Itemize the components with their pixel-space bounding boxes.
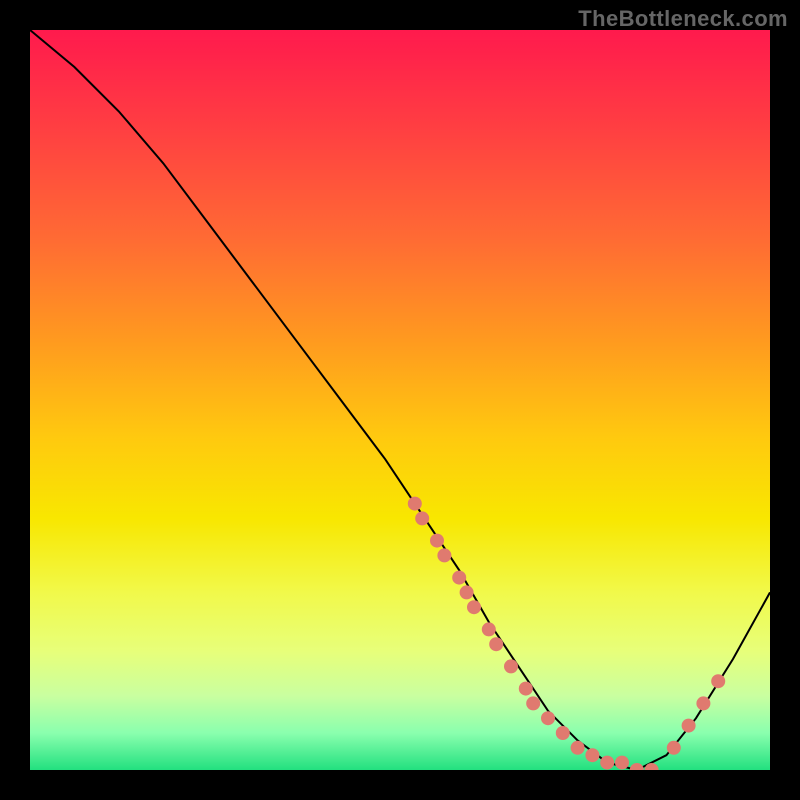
marker-dot [467, 600, 481, 614]
marker-dot [437, 548, 451, 562]
marker-dot [571, 741, 585, 755]
marker-dot [711, 674, 725, 688]
marker-dot [585, 748, 599, 762]
marker-dot [504, 659, 518, 673]
markers-group [408, 497, 725, 770]
marker-dot [630, 763, 644, 770]
marker-dot [556, 726, 570, 740]
bottleneck-curve [30, 30, 770, 770]
marker-dot [430, 534, 444, 548]
marker-dot [482, 622, 496, 636]
marker-dot [541, 711, 555, 725]
watermark-label: TheBottleneck.com [578, 6, 788, 32]
marker-dot [526, 696, 540, 710]
marker-dot [667, 741, 681, 755]
marker-dot [696, 696, 710, 710]
marker-dot [489, 637, 503, 651]
marker-dot [460, 585, 474, 599]
curve-svg [30, 30, 770, 770]
marker-dot [615, 756, 629, 770]
marker-dot [452, 571, 466, 585]
marker-dot [415, 511, 429, 525]
marker-dot [682, 719, 696, 733]
marker-dot [519, 682, 533, 696]
marker-dot [600, 756, 614, 770]
marker-dot [408, 497, 422, 511]
plot-area [30, 30, 770, 770]
chart-frame: TheBottleneck.com [0, 0, 800, 800]
